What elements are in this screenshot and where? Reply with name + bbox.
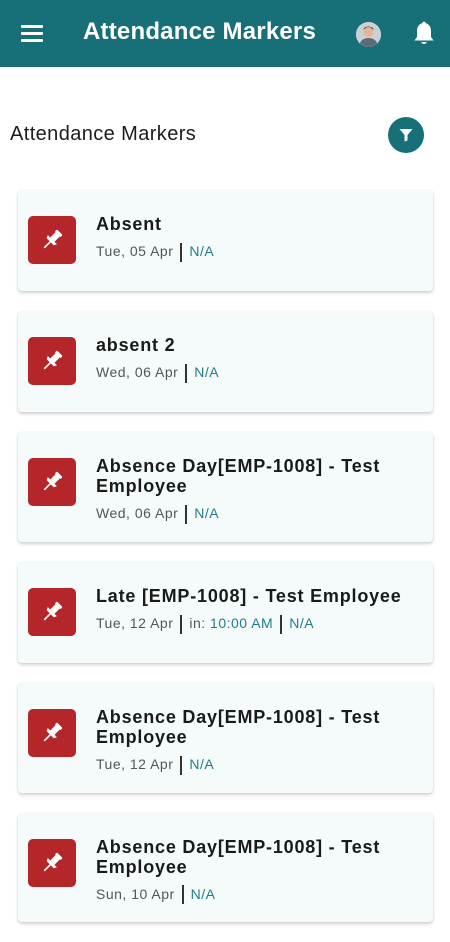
marker-status: N/A (190, 885, 216, 902)
filter-button[interactable] (388, 117, 424, 153)
marker-status: N/A (194, 505, 220, 521)
marker-date: Tue, 05 Apr (96, 243, 174, 259)
marker-in-time: 10:00 AM (210, 614, 274, 631)
marker-status: N/A (289, 614, 315, 631)
marker-title: absent 2 (96, 335, 176, 355)
filter-icon (399, 129, 413, 142)
pin-icon (28, 838, 76, 887)
avatar[interactable] (356, 22, 381, 47)
marker-meta: Wed, 06 Apr N/A (96, 504, 421, 524)
marker-meta: Tue, 12 Apr N/A (96, 755, 421, 775)
marker-card[interactable]: Late [EMP-1008] - Test Employee Tue, 12 … (18, 561, 433, 663)
divider (280, 614, 283, 634)
marker-card[interactable]: Absent Tue, 05 Apr N/A (18, 190, 433, 291)
marker-title: Late [EMP-1008] - Test Employee (96, 585, 402, 606)
marker-date: Sun, 10 Apr (96, 885, 175, 902)
marker-card[interactable]: Absence Day[EMP-1008] - Test Employee Su… (18, 812, 433, 923)
marker-title: Absence Day[EMP-1008] - Test Employee (96, 836, 381, 877)
marker-title: Absence Day[EMP-1008] - Test Employee (96, 456, 381, 496)
marker-card[interactable]: Absence Day[EMP-1008] - Test Employee Tu… (18, 682, 433, 793)
marker-title: Absence Day[EMP-1008] - Test Employee (96, 706, 381, 747)
app-bar: Attendance Markers (0, 0, 450, 67)
hamburger-menu-icon[interactable] (21, 25, 43, 43)
divider (180, 242, 183, 262)
app-title: Attendance Markers (83, 18, 317, 45)
pin-icon (28, 587, 76, 636)
divider (180, 755, 183, 775)
marker-date: Wed, 06 Apr (96, 364, 179, 380)
marker-in-label: in: (189, 614, 206, 631)
marker-date: Tue, 12 Apr (96, 614, 174, 631)
pin-icon (28, 216, 76, 264)
divider (185, 363, 188, 383)
section-header: Attendance Markers (0, 115, 450, 155)
marker-date: Tue, 12 Apr (96, 755, 174, 772)
marker-meta: Tue, 05 Apr N/A (96, 242, 421, 262)
pin-icon (28, 337, 76, 385)
section-title: Attendance Markers (10, 123, 197, 145)
pin-icon (28, 708, 76, 757)
marker-status: N/A (189, 755, 215, 772)
pin-icon (28, 458, 76, 506)
bell-icon[interactable] (412, 21, 436, 47)
marker-card[interactable]: absent 2 Wed, 06 Apr N/A (18, 311, 433, 412)
marker-list: Absent Tue, 05 Apr N/A absent 2 Wed, 06 A… (18, 190, 433, 942)
marker-meta: Tue, 12 Apr in: 10:00 AM N/A (96, 614, 421, 634)
marker-title: Absent (96, 214, 162, 234)
divider (181, 885, 184, 905)
marker-card[interactable]: Absence Day[EMP-1008] - Test Employee We… (18, 432, 433, 542)
divider (185, 504, 188, 524)
divider (180, 614, 183, 634)
marker-status: N/A (189, 243, 215, 259)
marker-date: Wed, 06 Apr (96, 505, 179, 521)
marker-meta: Sun, 10 Apr N/A (96, 885, 421, 905)
marker-status: N/A (194, 364, 220, 380)
marker-meta: Wed, 06 Apr N/A (96, 363, 421, 383)
